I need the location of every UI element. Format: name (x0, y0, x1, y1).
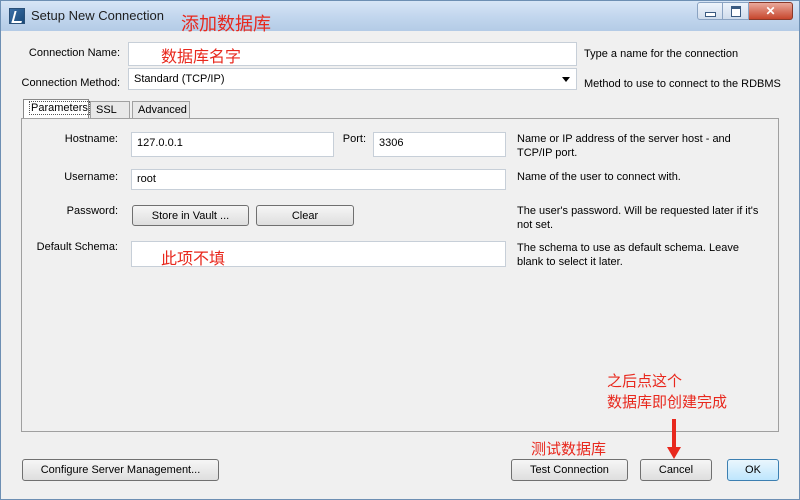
setup-connection-window: Setup New Connection 添加数据库 ✕ Connection … (0, 0, 800, 500)
connection-method-label: Connection Method: (21, 77, 120, 89)
password-label: Password: (66, 205, 118, 217)
title-bar: Setup New Connection 添加数据库 ✕ (1, 1, 799, 34)
window-title: Setup New Connection (31, 8, 164, 23)
hostname-label: Hostname: (64, 133, 118, 145)
annotation-title-note: 添加数据库 (181, 14, 271, 34)
username-desc: Name of the user to connect with. (517, 171, 681, 183)
password-desc: The user's password. Will be requested l… (517, 205, 759, 231)
clear-password-button[interactable]: Clear (256, 205, 354, 226)
hostname-input[interactable]: 127.0.0.1 (131, 132, 334, 157)
close-button[interactable]: ✕ (749, 2, 793, 20)
port-value: 3306 (379, 137, 404, 149)
username-value: root (137, 173, 156, 185)
tab-advanced[interactable]: Advanced (132, 101, 190, 119)
store-in-vault-button[interactable]: Store in Vault ... (132, 205, 249, 226)
connection-method-value: Standard (TCP/IP) (134, 73, 225, 85)
annotation-test-note: 测试数据库 (531, 441, 607, 458)
connection-method-select[interactable]: Standard (TCP/IP) (128, 68, 577, 90)
configure-server-management-button[interactable]: Configure Server Management... (22, 459, 219, 481)
ok-button[interactable]: OK (727, 459, 779, 481)
tab-parameters[interactable]: Parameters (23, 99, 90, 120)
username-label: Username: (64, 171, 118, 183)
default-schema-label: Default Schema: (36, 241, 118, 253)
annotation-schema-note: 此项不填 (161, 251, 226, 268)
maximize-icon (730, 5, 741, 17)
window-controls: ✕ (697, 2, 793, 20)
hostname-desc: Name or IP address of the server host - … (517, 133, 731, 159)
port-label: Port: (342, 133, 366, 145)
minimize-icon (704, 11, 716, 17)
tab-ssl[interactable]: SSL (90, 101, 130, 119)
annotation-arrow-icon (667, 419, 681, 459)
connection-method-desc: Method to use to connect to the RDBMS (584, 78, 781, 90)
annotation-name-note: 数据库名字 (161, 49, 242, 66)
port-input[interactable]: 3306 (373, 132, 506, 157)
mysql-workbench-icon (9, 8, 25, 24)
connection-name-label: Connection Name: (28, 47, 120, 59)
default-schema-desc: The schema to use as default schema. Lea… (517, 242, 739, 268)
username-input[interactable]: root (131, 169, 506, 190)
maximize-button[interactable] (723, 2, 749, 20)
connection-name-desc: Type a name for the connection (584, 48, 739, 60)
close-icon: ✕ (765, 4, 776, 18)
hostname-value: 127.0.0.1 (137, 137, 183, 149)
test-connection-button[interactable]: Test Connection (511, 459, 628, 481)
annotation-finish-note-2: 数据库即创建完成 (607, 394, 728, 411)
cancel-button[interactable]: Cancel (640, 459, 712, 481)
dropdown-arrow-icon (562, 77, 570, 82)
annotation-finish-note-1: 之后点这个 (607, 373, 683, 390)
minimize-button[interactable] (697, 2, 723, 20)
